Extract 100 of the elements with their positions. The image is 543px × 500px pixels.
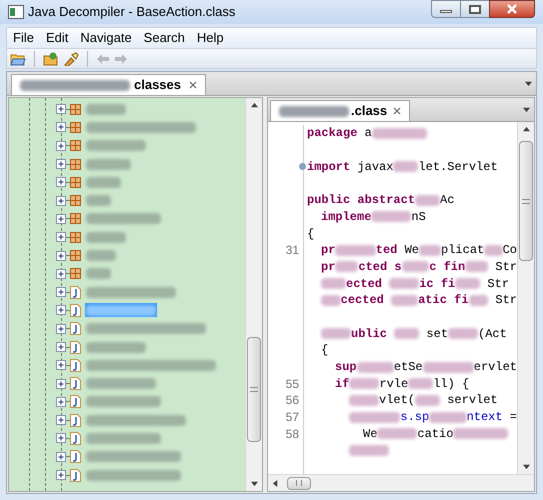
redacted-label (349, 412, 400, 423)
minimize-button[interactable] (431, 0, 461, 18)
redacted-label (415, 194, 440, 206)
redacted-label (86, 378, 156, 390)
redacted-label (465, 261, 488, 272)
redacted-label (86, 158, 131, 170)
expand-icon[interactable] (56, 159, 66, 170)
code-text: ervlet (474, 359, 517, 376)
menu-item[interactable]: File (13, 28, 34, 48)
expand-icon[interactable] (56, 268, 66, 279)
scroll-up-icon[interactable] (522, 126, 530, 133)
expand-icon[interactable] (56, 122, 66, 132)
expand-icon[interactable] (56, 378, 66, 389)
close-tab-icon[interactable] (393, 107, 402, 115)
code-text: Co (502, 242, 517, 260)
expand-icon[interactable] (56, 433, 66, 444)
java-file-icon (70, 322, 81, 336)
java-file-icon (70, 414, 81, 427)
folder-icon[interactable] (43, 52, 59, 66)
redacted-label (372, 128, 427, 139)
expand-icon[interactable] (56, 360, 66, 370)
java-file-icon (70, 450, 81, 464)
expand-icon[interactable] (56, 214, 66, 224)
file-tab[interactable]: classes (11, 74, 206, 95)
expand-icon[interactable] (56, 177, 66, 188)
expand-icon[interactable] (56, 415, 66, 426)
expand-icon[interactable] (56, 342, 66, 352)
scroll-left-icon[interactable] (272, 480, 279, 486)
scrollbar-thumb[interactable] (287, 476, 311, 490)
line-number: 57 (286, 409, 299, 426)
redacted-label (86, 195, 111, 206)
code-text: ected (346, 276, 384, 293)
scroll-up-icon[interactable] (250, 102, 258, 109)
java-file-icon (70, 304, 81, 317)
scrollbar-thumb[interactable] (247, 337, 261, 442)
redacted-label (349, 394, 379, 406)
expand-icon[interactable] (56, 232, 66, 242)
code-text: Str (494, 292, 517, 310)
redacted-label (429, 412, 467, 423)
redacted-label (402, 261, 430, 272)
close-tab-icon[interactable] (189, 81, 197, 89)
scrollbar-thumb[interactable] (519, 141, 533, 261)
line-number: 58 (286, 426, 299, 443)
tab-list-icon[interactable] (525, 80, 532, 87)
redacted-label (453, 428, 508, 440)
package-icon (70, 176, 81, 188)
fold-icon[interactable] (299, 163, 306, 170)
expand-icon[interactable] (56, 324, 66, 334)
maximize-button[interactable] (461, 0, 489, 18)
package-icon (70, 268, 81, 280)
menu-item[interactable]: Navigate (80, 28, 132, 48)
file-tab[interactable]: .class (270, 100, 410, 121)
java-file-icon (70, 358, 81, 372)
code-text: package (307, 125, 358, 142)
vertical-scrollbar[interactable] (245, 98, 262, 491)
code-text: { (307, 226, 314, 242)
app-icon (8, 5, 24, 19)
menu-item[interactable]: Edit (46, 28, 68, 48)
expand-icon[interactable] (56, 470, 66, 480)
expand-icon[interactable] (56, 287, 66, 298)
code-text: = (508, 409, 517, 426)
expand-icon[interactable] (56, 140, 66, 151)
redacted-label (408, 378, 434, 390)
close-button[interactable] (489, 0, 535, 18)
redacted-label (335, 244, 376, 256)
code-text: We (363, 426, 378, 443)
redacted-label (389, 278, 420, 290)
folder-icon[interactable] (10, 52, 26, 66)
code-text: plicat (441, 242, 484, 260)
vertical-scrollbar[interactable] (517, 122, 534, 474)
code-text: ntext (466, 409, 503, 426)
redacted-label (321, 294, 341, 306)
expand-icon[interactable] (56, 305, 66, 316)
package-icon (70, 213, 81, 224)
scroll-down-icon[interactable] (250, 480, 258, 487)
code-text: let.Servlet (418, 158, 498, 176)
scroll-down-icon[interactable] (522, 463, 530, 470)
expand-icon[interactable] (56, 104, 66, 114)
code-text: pr (321, 242, 336, 260)
code-text: servlet (446, 392, 498, 410)
redacted-label (86, 342, 146, 352)
package-icon (70, 122, 81, 133)
expand-icon[interactable] (56, 452, 66, 462)
expand-icon[interactable] (56, 250, 66, 261)
horizontal-scrollbar[interactable] (268, 474, 534, 491)
code-text: Str (486, 276, 510, 293)
code-text: if (335, 376, 350, 393)
menu-item[interactable]: Help (196, 28, 224, 48)
code-text: { (321, 342, 328, 360)
code-text: (Act (478, 326, 507, 343)
java-file-icon (70, 286, 81, 299)
java-file-icon (70, 395, 81, 408)
tab-list-icon[interactable] (523, 106, 530, 113)
redacted-label (484, 244, 503, 256)
java-file-icon (70, 340, 81, 354)
menu-item[interactable]: Search (144, 28, 185, 48)
expand-icon[interactable] (56, 196, 66, 206)
flashlight-icon[interactable] (63, 52, 79, 66)
expand-icon[interactable] (56, 396, 66, 407)
java-file-icon (70, 432, 81, 445)
